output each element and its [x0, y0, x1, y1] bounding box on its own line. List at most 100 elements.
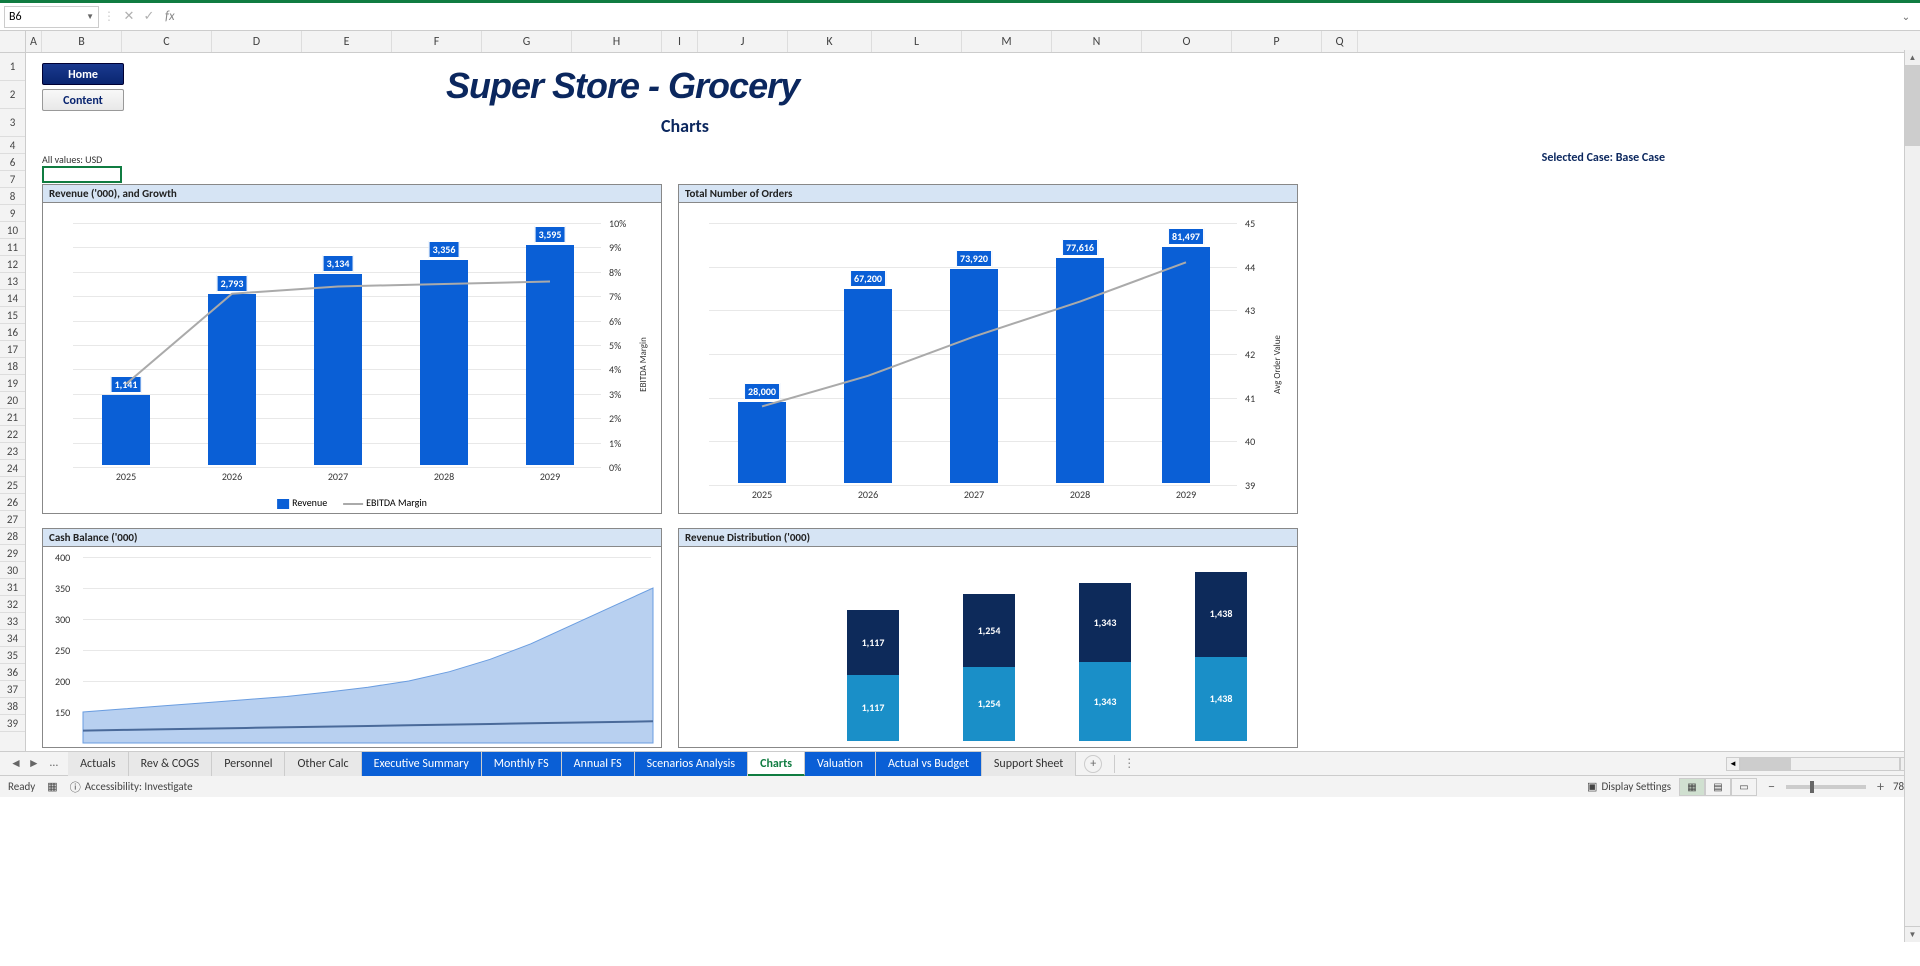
column-header[interactable]: L [872, 31, 962, 52]
sheet-tab[interactable]: Personnel [212, 752, 285, 776]
zoom-in-button[interactable]: + [1874, 778, 1887, 795]
column-header[interactable]: P [1232, 31, 1322, 52]
sheet-tab[interactable]: Monthly FS [482, 752, 562, 776]
select-all-corner[interactable] [0, 31, 26, 52]
column-header[interactable]: K [788, 31, 872, 52]
home-button[interactable]: Home [42, 63, 124, 85]
column-header[interactable]: G [482, 31, 572, 52]
content-button[interactable]: Content [42, 89, 124, 111]
row-header[interactable]: 17 [0, 341, 25, 358]
view-page-break-icon[interactable]: ▭ [1731, 778, 1757, 796]
zoom-slider[interactable] [1786, 785, 1866, 789]
column-header[interactable]: A [26, 31, 42, 52]
row-header[interactable]: 24 [0, 460, 25, 477]
row-header[interactable]: 7 [0, 171, 25, 188]
row-header[interactable]: 15 [0, 307, 25, 324]
horizontal-scrollbar[interactable] [1740, 757, 1900, 771]
column-header[interactable]: E [302, 31, 392, 52]
row-header[interactable]: 12 [0, 256, 25, 273]
row-header[interactable]: 26 [0, 494, 25, 511]
row-header[interactable]: 30 [0, 562, 25, 579]
sheet-tab[interactable]: Scenarios Analysis [635, 752, 749, 776]
view-normal-icon[interactable]: ▦ [1679, 778, 1705, 796]
sheet-tab[interactable]: Executive Summary [362, 752, 482, 776]
row-header[interactable]: 4 [0, 137, 25, 154]
sheet-tab[interactable]: Rev & COGS [129, 752, 213, 776]
scroll-up-icon[interactable]: ▲ [1905, 50, 1920, 66]
row-header[interactable]: 29 [0, 545, 25, 562]
row-header[interactable]: 22 [0, 426, 25, 443]
name-box-dropdown-icon[interactable]: ▼ [86, 12, 94, 22]
column-header[interactable]: D [212, 31, 302, 52]
chart-cash[interactable]: Cash Balance ('000) 150200250300350400 [42, 528, 662, 748]
accessibility-icon[interactable]: ⓘ [70, 779, 81, 795]
row-header[interactable]: 38 [0, 698, 25, 715]
fx-label[interactable]: fx [165, 9, 175, 24]
accessibility-status[interactable]: Accessibility: Investigate [85, 780, 193, 793]
column-header[interactable]: C [122, 31, 212, 52]
sheet-tab[interactable]: Support Sheet [982, 752, 1076, 776]
zoom-out-button[interactable]: − [1765, 778, 1778, 795]
row-header[interactable]: 27 [0, 511, 25, 528]
macro-record-icon[interactable]: ▦ [47, 780, 57, 793]
row-header[interactable]: 13 [0, 273, 25, 290]
formula-input[interactable] [181, 6, 1896, 28]
row-header[interactable]: 9 [0, 205, 25, 222]
scroll-down-icon[interactable]: ▼ [1905, 926, 1920, 942]
sheet-tab[interactable]: Actuals [68, 752, 129, 776]
row-header[interactable]: 36 [0, 664, 25, 681]
row-header[interactable]: 34 [0, 630, 25, 647]
chart-orders[interactable]: Total Number of Orders 3940414243444528,… [678, 184, 1298, 514]
row-header[interactable]: 31 [0, 579, 25, 596]
row-header[interactable]: 35 [0, 647, 25, 664]
row-header[interactable]: 10 [0, 222, 25, 239]
row-header[interactable]: 32 [0, 596, 25, 613]
worksheet[interactable]: Home Content Super Store - Grocery Chart… [26, 53, 1920, 751]
column-header[interactable]: N [1052, 31, 1142, 52]
hscroll-left-icon[interactable]: ◄ [1726, 757, 1740, 771]
column-header[interactable]: F [392, 31, 482, 52]
row-header[interactable]: 39 [0, 715, 25, 732]
row-header[interactable]: 3 [0, 109, 25, 137]
sheet-tab[interactable]: Actual vs Budget [876, 752, 982, 776]
chart-revenue[interactable]: Revenue ('000), and Growth 0%1%2%3%4%5%6… [42, 184, 662, 514]
column-header[interactable]: B [42, 31, 122, 52]
display-settings-icon[interactable]: ▣ [1587, 780, 1597, 793]
sheet-tab[interactable]: Charts [748, 752, 805, 776]
tab-nav-buttons[interactable]: ◄►… [0, 756, 68, 771]
row-header[interactable]: 20 [0, 392, 25, 409]
formula-expand-icon[interactable]: ⌄ [1896, 10, 1916, 23]
new-sheet-button[interactable]: + [1084, 755, 1102, 773]
display-settings[interactable]: Display Settings [1601, 780, 1671, 793]
sheet-tab[interactable]: Annual FS [562, 752, 635, 776]
row-header[interactable]: 11 [0, 239, 25, 256]
sheet-tab[interactable]: Other Calc [285, 752, 361, 776]
row-header[interactable]: 14 [0, 290, 25, 307]
row-header[interactable]: 8 [0, 188, 25, 205]
row-header[interactable]: 23 [0, 443, 25, 460]
row-header[interactable]: 28 [0, 528, 25, 545]
scroll-thumb[interactable] [1905, 66, 1920, 146]
column-header[interactable]: I [662, 31, 698, 52]
row-header[interactable]: 2 [0, 81, 25, 109]
chart-revdist[interactable]: Revenue Distribution ('000) 1,1171,1171,… [678, 528, 1298, 748]
row-header[interactable]: 16 [0, 324, 25, 341]
row-header[interactable]: 19 [0, 375, 25, 392]
row-header[interactable]: 33 [0, 613, 25, 630]
column-header[interactable]: O [1142, 31, 1232, 52]
sheet-tab[interactable]: Valuation [805, 752, 876, 776]
row-header[interactable]: 21 [0, 409, 25, 426]
row-header[interactable]: 18 [0, 358, 25, 375]
view-page-layout-icon[interactable]: ▤ [1705, 778, 1731, 796]
row-header[interactable]: 6 [0, 154, 25, 171]
row-header[interactable]: 1 [0, 53, 25, 81]
vertical-scrollbar[interactable]: ▲ ▼ [1904, 50, 1920, 942]
name-box[interactable]: B6 ▼ [4, 6, 99, 28]
column-header[interactable]: J [698, 31, 788, 52]
column-header[interactable]: H [572, 31, 662, 52]
bar [420, 260, 468, 465]
row-header[interactable]: 37 [0, 681, 25, 698]
column-header[interactable]: Q [1322, 31, 1358, 52]
column-header[interactable]: M [962, 31, 1052, 52]
row-header[interactable]: 25 [0, 477, 25, 494]
